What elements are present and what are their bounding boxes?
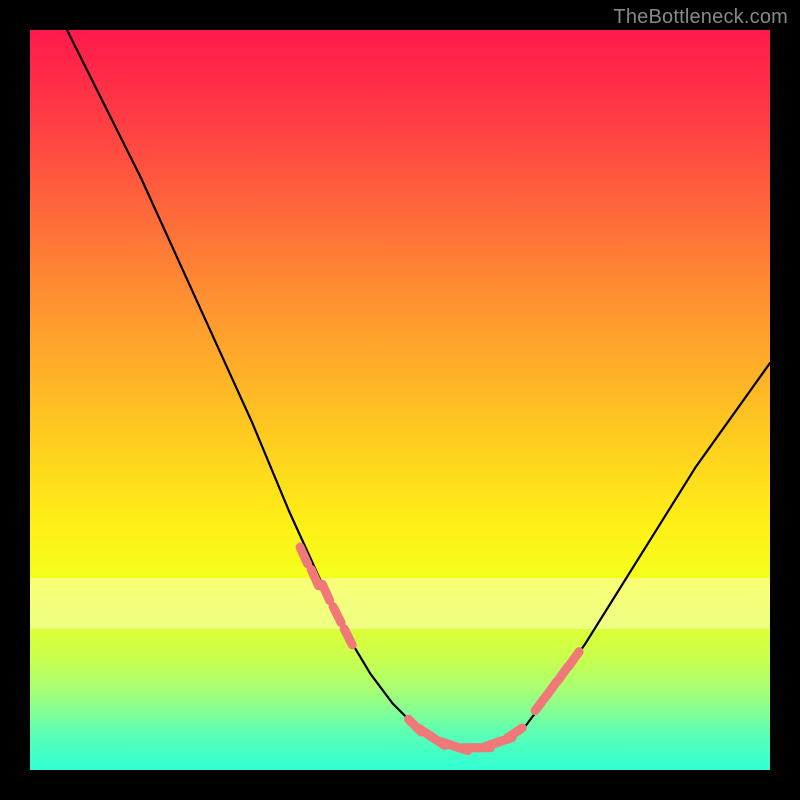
- bottleneck-curve: [67, 30, 770, 748]
- highlight-marker: [569, 652, 579, 667]
- highlight-marker: [507, 728, 522, 738]
- plot-area: [30, 30, 770, 770]
- highlight-marker: [333, 607, 341, 623]
- chart-frame: TheBottleneck.com: [0, 0, 800, 800]
- watermark-text: TheBottleneck.com: [613, 6, 788, 29]
- highlight-markers: [300, 547, 579, 750]
- curve-layer: [30, 30, 770, 770]
- highlight-marker: [322, 584, 329, 600]
- highlight-marker: [344, 629, 352, 645]
